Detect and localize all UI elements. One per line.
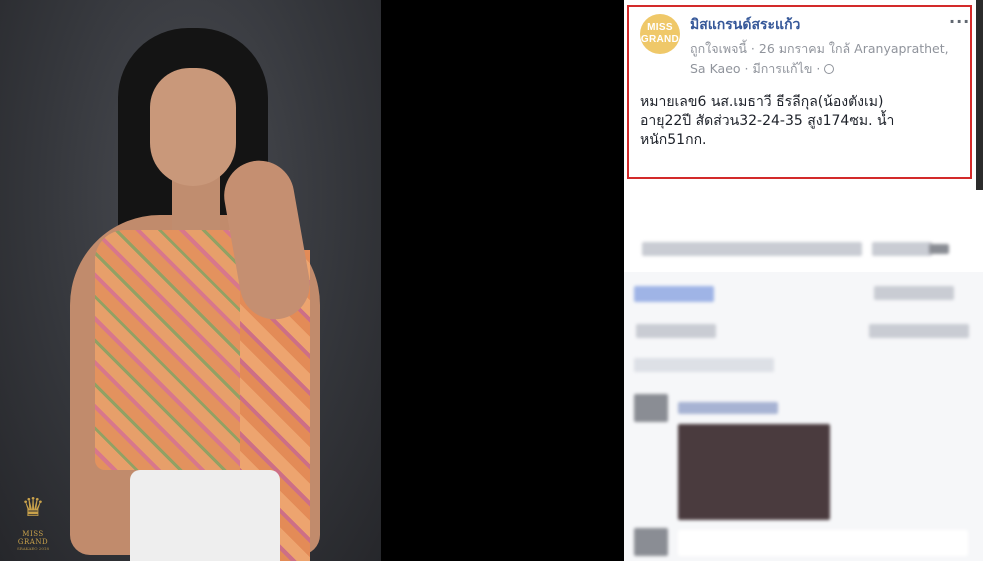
blurred-text (872, 242, 932, 256)
facebook-post-panel: MISS GRAND มิสแกรนด์สระแก้ว ถูกใจเพจนี้ … (624, 0, 983, 561)
blurred-reactions (634, 286, 714, 302)
blurred-comment-box (678, 530, 968, 556)
blurred-icon (929, 244, 949, 254)
model-photo: ♛ MISS GRAND SRAKAEO 2018 (0, 0, 381, 561)
blurred-name (678, 402, 778, 414)
miss-grand-logo: ♛ MISS GRAND SRAKAEO 2018 (8, 486, 58, 556)
blurred-avatar (634, 528, 668, 556)
logo-subtext: SRAKAEO 2018 (16, 546, 49, 551)
black-gap (381, 0, 624, 561)
blurred-count (874, 286, 954, 300)
photo-face (150, 68, 236, 186)
blurred-avatar (634, 394, 668, 422)
blurred-comment-link (634, 358, 774, 372)
photo-skirt (130, 470, 280, 561)
blurred-action (869, 324, 969, 338)
blurred-image (678, 424, 830, 520)
logo-text: MISS GRAND (17, 530, 49, 546)
reaction-bar-blurred (624, 228, 983, 272)
crown-icon: ♛ (21, 493, 45, 523)
highlight-box (627, 5, 972, 179)
scrollbar[interactable] (976, 0, 983, 190)
post-card: MISS GRAND มิสแกรนด์สระแก้ว ถูกใจเพจนี้ … (624, 0, 983, 228)
blurred-text (642, 242, 862, 256)
blurred-action (636, 324, 716, 338)
